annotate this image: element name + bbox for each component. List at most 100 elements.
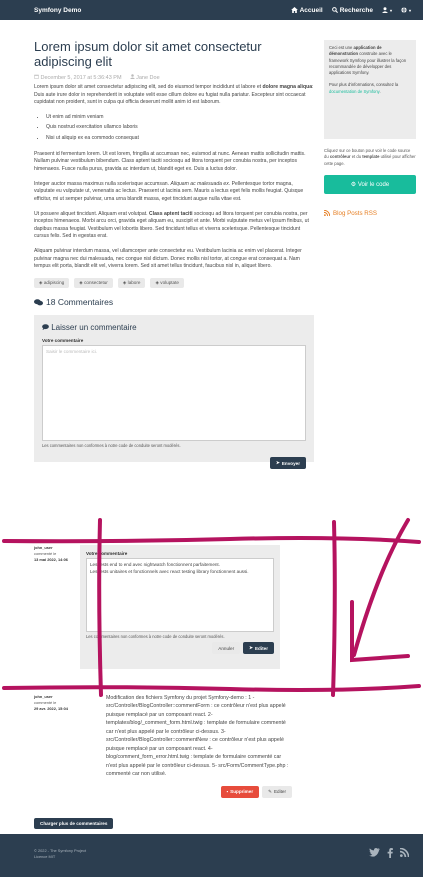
footer-license: Licence MIT — [34, 854, 56, 860]
post-date: December 5, 2017 at 5:36:43 PM — [40, 74, 122, 81]
docs-link[interactable]: documentation de Symfony — [329, 89, 379, 94]
brand-link[interactable]: Symfony Demo — [34, 7, 291, 14]
comment-body: Modification des fichiers Symfony du pro… — [106, 694, 292, 798]
tag-label: voluptate — [160, 280, 179, 286]
annotation-line-bottom — [2, 684, 421, 692]
tag-icon: ◈ — [39, 280, 43, 286]
comment-icon — [42, 324, 49, 331]
comment-edit-textarea[interactable]: Les tests end to end avec nightwatch fon… — [86, 558, 274, 632]
sidebar-info-text: Ceci est une application de démonstratio… — [329, 45, 411, 76]
send-icon: ➤ — [276, 460, 280, 466]
p3-text: Ut posuere aliquet tincidunt. Aliquam er… — [34, 210, 149, 217]
send-label: Envoyer — [281, 460, 300, 466]
calendar-icon — [34, 74, 39, 79]
comment-textarea[interactable]: Saisir le commentaire ici. — [42, 345, 306, 442]
user-icon — [129, 74, 135, 79]
sidebar-code-note: Cliquez sur ce bouton pour voir le code … — [324, 148, 416, 167]
moderation-hint: Les commentaires non conformes à notre c… — [86, 634, 225, 639]
social-links — [369, 848, 409, 858]
post-author-wrap: Jane Doe — [129, 74, 160, 81]
annotation-line-top — [2, 536, 421, 544]
comment-edit-form: Votre commentaire Les tests end to end a… — [80, 545, 280, 669]
p2-text: Integer auctor massa maximus nulla scele… — [34, 180, 171, 187]
language-menu[interactable]: ▾ — [401, 7, 411, 13]
cogs-icon: ⚙ — [350, 181, 357, 188]
intro-text: Lorem ipsum dolor sit amet consectetur a… — [34, 83, 263, 90]
post-bullets: Ut enim ad minim veniam Quis nostrud exe… — [42, 114, 314, 143]
p2-italic: Aliquam ac malesuada ex. — [170, 180, 231, 187]
tag-label: consectetur — [84, 280, 108, 286]
post-date-wrap: December 5, 2017 at 5:36:43 PM — [34, 74, 122, 81]
edit-comment-button[interactable]: ✎ Editer — [262, 785, 292, 798]
docs-text-end: . — [379, 88, 381, 94]
comment-form-title-text: Laisser un commentaire — [51, 323, 137, 333]
delete-button[interactable]: ▪ Supprimer — [220, 785, 260, 798]
p3-bold: Class aptent taciti — [148, 210, 193, 217]
comment-author-name: john_user — [34, 545, 53, 550]
comments-count: 18 Commentaires — [46, 297, 114, 308]
nav-home-label: Accueil — [299, 6, 323, 14]
home-icon — [290, 7, 298, 13]
rss-icon[interactable] — [400, 848, 409, 857]
edit-button[interactable]: ➤ Editer — [243, 642, 274, 654]
user-menu[interactable]: ▾ — [381, 7, 392, 13]
intro-bold: dolore magna aliqua — [262, 83, 313, 90]
footer: © 2022 - The Symfony Project Licence MIT — [0, 834, 423, 877]
sidebar-docs-text: Pour plus d'informations, consultez la d… — [329, 82, 411, 95]
rss-link[interactable]: Blog Posts RSS — [324, 210, 416, 217]
post-meta: December 5, 2017 at 5:36:43 PM Jane Doe — [34, 74, 314, 81]
facebook-icon[interactable] — [387, 848, 393, 858]
delete-label: Supprimer — [230, 789, 254, 795]
pencil-icon: ✎ — [268, 788, 272, 794]
comment-date: 13 mai 2022, 14:06 — [34, 556, 68, 562]
info-text: Ceci est une — [329, 45, 354, 50]
list-item: Nisi ut aliquip ex ea commodo consequat — [46, 135, 314, 143]
tag-icon: ◈ — [155, 280, 159, 286]
rss-label: Blog Posts RSS — [333, 209, 378, 217]
user-icon — [381, 7, 388, 13]
comment-item: john_user commenté le 29 avr. 2022, 15:0… — [34, 694, 314, 798]
twitter-icon[interactable] — [369, 848, 380, 857]
comment-author-name: john_user — [34, 694, 53, 699]
arrow-icon — [352, 518, 410, 657]
tag-label: labore — [127, 280, 141, 286]
post-paragraph: Ut posuere aliquet tincidunt. Aliquam er… — [34, 211, 314, 242]
tag-label: adipiscing — [43, 280, 65, 286]
tag-link[interactable]: ◈ consectetur — [74, 278, 113, 289]
comment-author: john_user commenté le 13 mai 2022, 14:06 — [34, 545, 80, 669]
comment-field-label: Votre commentaire — [86, 551, 128, 556]
comment-date: 29 avr. 2022, 15:04 — [34, 705, 68, 711]
annotation-line-right — [331, 520, 337, 697]
globe-icon — [401, 7, 407, 13]
post-title: Lorem ipsum dolor sit amet consectetur a… — [34, 39, 262, 69]
nav-home[interactable]: Accueil — [290, 6, 323, 14]
tag-link[interactable]: ◈ adipiscing — [34, 278, 70, 289]
list-item: Quis nostrud exercitation ullamco labori… — [46, 124, 314, 132]
trash-icon: ▪ — [226, 789, 229, 795]
edit-label: Editer — [254, 645, 268, 651]
tag-link[interactable]: ◈ voluptate — [150, 278, 184, 289]
post-paragraph: Praesent id fermentum lorem. Ut est lore… — [34, 150, 306, 172]
comment-form: Laisser un commentaire Votre commentaire… — [34, 315, 314, 470]
sidebar: Ceci est une application de démonstratio… — [324, 40, 416, 217]
nav-search-label: Recherche — [339, 6, 373, 14]
send-comment-button[interactable]: ➤ Envoyer — [270, 457, 306, 470]
comment-edit-actions: Annuler ➤ Editer — [86, 642, 274, 654]
show-code-button[interactable]: ⚙ Voir le code — [324, 174, 416, 194]
edit-comment-label: Editer — [273, 789, 286, 795]
load-more-button[interactable]: Charger plus de commentaires — [34, 818, 114, 829]
navbar: Symfony Demo Accueil Recherche ▾ ▾ — [0, 0, 423, 20]
note-bold: contrôleur — [329, 154, 351, 160]
nav-search[interactable]: Recherche — [331, 6, 373, 14]
comment-text: Modification des fichiers Symfony du pro… — [106, 695, 289, 778]
comments-heading: 18 Commentaires — [34, 297, 314, 307]
cancel-button[interactable]: Annuler — [212, 642, 241, 654]
comments-icon — [34, 298, 43, 305]
nav-menu: Accueil Recherche ▾ ▾ — [290, 6, 411, 14]
comment-label: commenté le — [34, 699, 57, 705]
rss-icon — [324, 210, 330, 217]
tag-icon: ◈ — [79, 280, 83, 286]
arrow-head-icon — [350, 600, 410, 663]
docs-text: Pour plus d'informations, consultez la — [329, 82, 399, 88]
tag-link[interactable]: ◈ labore — [117, 278, 146, 289]
